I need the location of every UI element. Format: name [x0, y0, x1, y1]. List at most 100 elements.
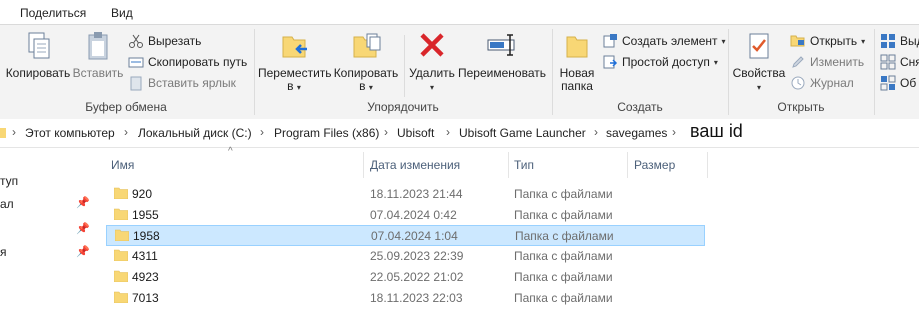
move-to-button[interactable]: Переместить в ▾ [258, 29, 332, 94]
ribbon: Копировать Вставить Вырезать Скопировать… [0, 24, 919, 120]
pin-icon: 📌 [76, 197, 90, 209]
chevron-right-icon: › [594, 125, 598, 139]
group-divider [874, 29, 875, 115]
open-label: Открыть [810, 34, 858, 48]
breadcrumb-savegames[interactable]: savegames [606, 126, 667, 140]
select-none-button[interactable]: Сня [880, 52, 919, 72]
nav-item-quick-access[interactable]: туп [0, 174, 18, 188]
edit-button[interactable]: Изменить [790, 52, 864, 72]
nav-item-4[interactable]: я [0, 245, 7, 259]
group-divider [552, 29, 553, 115]
chevron-down-icon: ▾ [756, 83, 761, 92]
file-name: 7013 [132, 291, 159, 305]
column-divider[interactable] [707, 152, 708, 178]
column-header-name[interactable]: Имя [111, 158, 134, 172]
paste-shortcut-button[interactable]: Вставить ярлык [128, 73, 236, 93]
column-divider[interactable] [627, 152, 628, 178]
cut-label: Вырезать [148, 34, 202, 48]
rename-label: Переименовать [458, 66, 546, 80]
chevron-down-icon: ▾ [429, 83, 434, 92]
file-type: Папка с файлами [514, 187, 613, 201]
chevron-right-icon: › [446, 125, 450, 139]
chevron-down-icon: ▾ [721, 36, 726, 46]
chevron-down-icon: ▾ [368, 83, 373, 92]
chevron-down-icon: ▾ [861, 36, 866, 46]
delete-icon [420, 33, 444, 57]
clipboard-icon [88, 32, 108, 60]
easy-access-label: Простой доступ [622, 55, 710, 69]
open-button[interactable]: Открыть ▾ [790, 31, 865, 51]
breadcrumb-program-files[interactable]: Program Files (x86) [274, 126, 379, 140]
invert-selection-icon [880, 75, 896, 91]
easy-access-icon [603, 55, 618, 69]
open-group-label: Открыть [777, 100, 825, 114]
table-row[interactable]: 1955 07.04.2024 0:42 Папка с файлами [106, 205, 704, 225]
file-date: 22.05.2022 21:02 [370, 270, 464, 284]
tab-view[interactable]: Вид [111, 6, 133, 20]
table-row[interactable]: 920 18.11.2023 21:44 Папка с файлами [106, 184, 704, 204]
folder-icon [114, 291, 128, 303]
chevron-right-icon: › [384, 125, 388, 139]
column-divider[interactable] [508, 152, 509, 178]
clipboard-group-label: Буфер обмена [85, 100, 167, 114]
cut-button[interactable]: Вырезать [128, 31, 201, 51]
copy-button[interactable]: Копировать [4, 29, 72, 80]
file-date: 07.04.2024 0:42 [370, 208, 457, 222]
breadcrumb-ubisoft[interactable]: Ubisoft [397, 126, 434, 140]
open-icon [790, 35, 805, 47]
table-row[interactable]: 4311 25.09.2023 22:39 Папка с файлами [106, 246, 704, 266]
select-all-button[interactable]: Выд [880, 31, 919, 51]
file-type: Папка с файлами [515, 229, 614, 243]
chevron-down-icon: ▾ [296, 83, 301, 92]
history-button[interactable]: Журнал [790, 73, 854, 93]
subgroup-divider [404, 35, 405, 97]
pin-icon: 📌 [76, 246, 90, 258]
column-divider[interactable] [363, 152, 364, 178]
copy-path-button[interactable]: Скопировать путь [128, 52, 247, 72]
table-row[interactable]: 4923 22.05.2022 21:02 Папка с файлами [106, 267, 704, 287]
navigation-pane: туп ал 📌 📌 я 📌 [0, 148, 96, 311]
paste-button[interactable]: Вставить [72, 29, 124, 80]
file-name: 4311 [132, 249, 158, 263]
pin-icon: 📌 [76, 223, 90, 235]
breadcrumb-game-launcher[interactable]: Ubisoft Game Launcher [459, 126, 586, 140]
easy-access-button[interactable]: Простой доступ ▾ [602, 52, 718, 72]
address-bar[interactable]: › Этот компьютер › Локальный диск (C:) ›… [0, 119, 919, 148]
select-all-icon [881, 34, 895, 48]
new-folder-icon [566, 36, 588, 58]
copy-to-label: Копировать [333, 66, 399, 80]
group-divider [728, 29, 729, 115]
new-item-button[interactable]: Создать элемент ▾ [602, 31, 726, 51]
file-name: 4923 [132, 270, 159, 284]
properties-button[interactable]: Свойства ▾ [732, 29, 786, 94]
column-header-date[interactable]: Дата изменения [370, 158, 460, 172]
new-group-label: Создать [617, 100, 663, 114]
edit-label: Изменить [810, 55, 865, 69]
folder-icon [0, 128, 6, 138]
group-divider [254, 29, 255, 115]
copy-to-icon [353, 33, 381, 58]
file-type: Папка с файлами [514, 249, 613, 263]
properties-label: Свойства [732, 66, 786, 80]
breadcrumb-this-pc[interactable]: Этот компьютер [25, 126, 115, 140]
table-row-selected[interactable]: 1958 07.04.2024 1:04 Папка с файлами [106, 225, 705, 246]
new-item-label: Создать элемент [622, 34, 718, 48]
table-row[interactable]: 7013 18.11.2023 22:03 Папка с файлами [106, 288, 704, 308]
tab-share[interactable]: Поделиться [20, 6, 86, 20]
copy-to-button[interactable]: Копировать в ▾ [332, 29, 400, 94]
new-folder-button[interactable]: Новая папка [556, 29, 598, 93]
nav-item-2[interactable]: ал [0, 197, 14, 211]
chevron-right-icon: › [672, 125, 676, 139]
new-folder-label: Новая [559, 66, 595, 80]
paste-shortcut-icon [130, 76, 142, 91]
file-type: Папка с файлами [514, 270, 613, 284]
rename-button[interactable]: Переименовать [456, 29, 548, 80]
move-to-label-2: в [287, 79, 294, 93]
delete-button[interactable]: Удалить ▾ [408, 29, 456, 94]
chevron-right-icon: › [260, 125, 264, 139]
invert-selection-button[interactable]: Об [880, 73, 916, 93]
column-header-type[interactable]: Тип [514, 158, 534, 172]
column-header-size[interactable]: Размер [634, 158, 675, 172]
breadcrumb-local-disk[interactable]: Локальный диск (C:) [138, 126, 252, 140]
file-date: 18.11.2023 21:44 [370, 187, 463, 201]
